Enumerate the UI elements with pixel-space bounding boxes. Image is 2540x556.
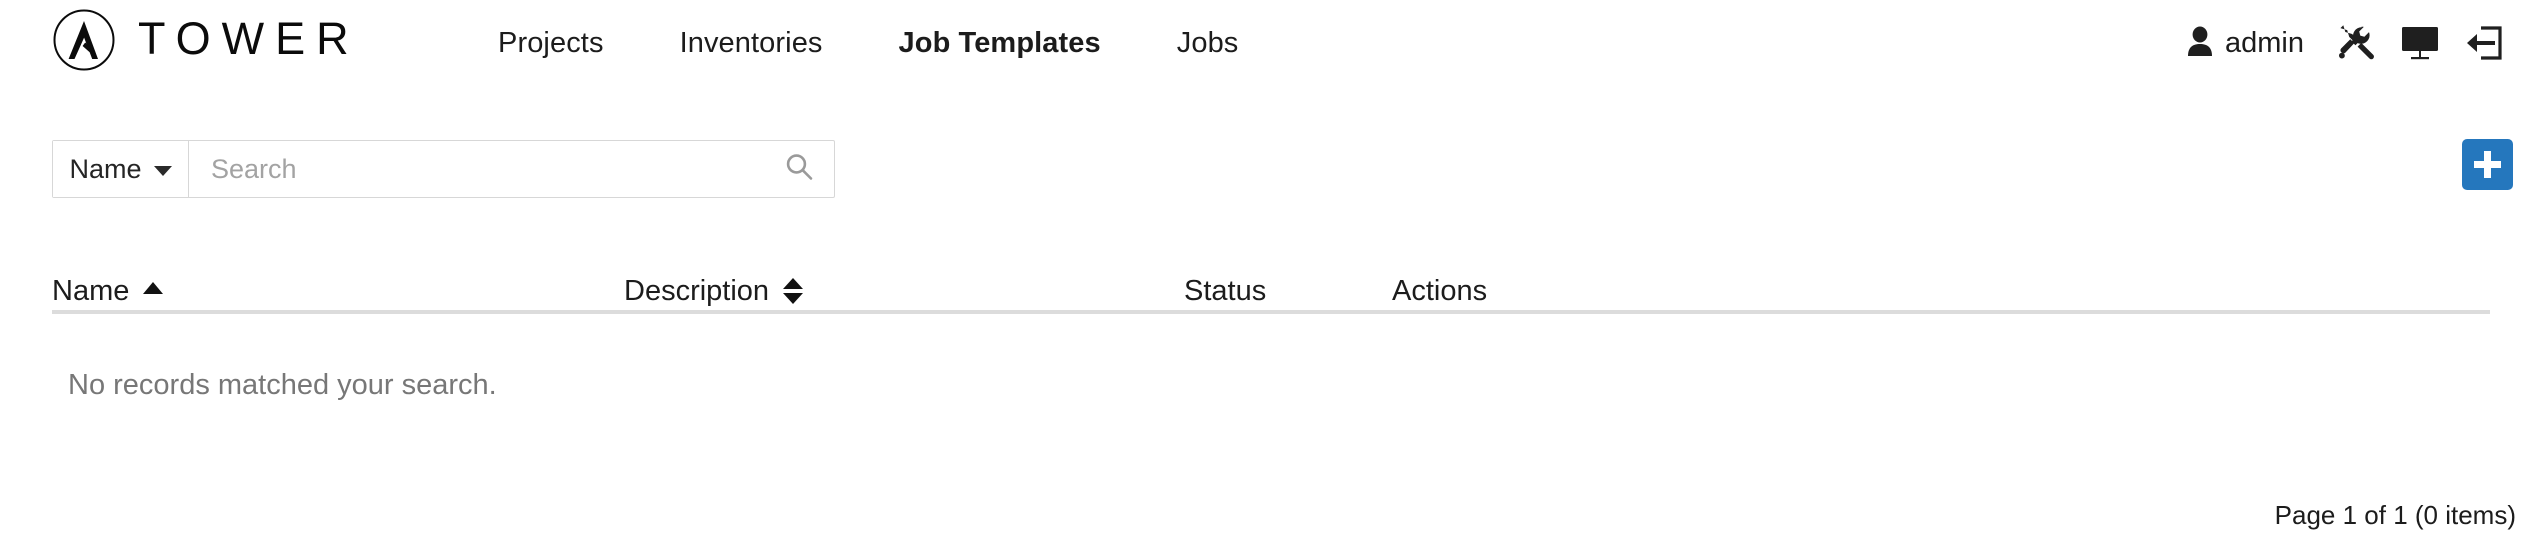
sort-ascending-icon [143, 282, 164, 294]
search-key-dropdown[interactable]: Name [53, 141, 189, 197]
list-toolbar: Name [0, 139, 2540, 204]
wrench-screwdriver-icon [2337, 24, 2375, 62]
search-input[interactable] [189, 141, 834, 197]
column-header-name-label: Name [52, 275, 130, 307]
user-menu[interactable]: admin [2167, 26, 2324, 61]
job-templates-table: Name Description Status Actions [52, 252, 2490, 314]
column-header-actions-label: Actions [1392, 275, 1488, 307]
column-header-status-label: Status [1184, 275, 1267, 307]
view-dashboard-button[interactable] [2388, 11, 2452, 75]
sort-both-icon [783, 278, 804, 304]
table-header-row: Name Description Status Actions [52, 252, 2490, 314]
app-header: TOWER Projects Inventories Job Templates… [0, 0, 2540, 86]
main-nav: Projects Inventories Job Templates Jobs [460, 0, 1276, 86]
user-name: admin [2225, 26, 2304, 59]
add-button[interactable] [2462, 139, 2513, 190]
nav-item-jobs[interactable]: Jobs [1139, 28, 1277, 58]
nav-item-projects[interactable]: Projects [460, 28, 642, 58]
plus-icon-vertical [2484, 151, 2491, 178]
search-field-wrap [189, 141, 834, 197]
empty-state-message: No records matched your search. [68, 369, 497, 401]
settings-button[interactable] [2324, 11, 2388, 75]
brand[interactable]: TOWER [52, 8, 360, 72]
column-header-description-label: Description [624, 275, 770, 307]
logout-button[interactable] [2452, 11, 2516, 75]
header-actions: admin [2167, 0, 2516, 86]
monitor-icon [2400, 26, 2440, 60]
search-icon[interactable] [784, 152, 814, 187]
chevron-down-icon [153, 166, 172, 176]
column-header-name[interactable]: Name [52, 277, 624, 306]
column-header-status: Status [1184, 277, 1392, 306]
pagination-status: Page 1 of 1 (0 items) [2274, 500, 2516, 530]
brand-wordmark: TOWER [138, 12, 360, 64]
ansible-a-logo-icon [52, 8, 116, 72]
column-header-description[interactable]: Description [624, 277, 1184, 306]
user-icon [2187, 26, 2213, 61]
nav-item-job-templates[interactable]: Job Templates [861, 28, 1139, 58]
search-key-label: Name [69, 153, 142, 184]
nav-item-inventories[interactable]: Inventories [642, 28, 861, 58]
column-header-actions: Actions [1392, 277, 1692, 306]
search-bar: Name [52, 140, 835, 198]
logout-arrow-icon [2465, 25, 2503, 61]
